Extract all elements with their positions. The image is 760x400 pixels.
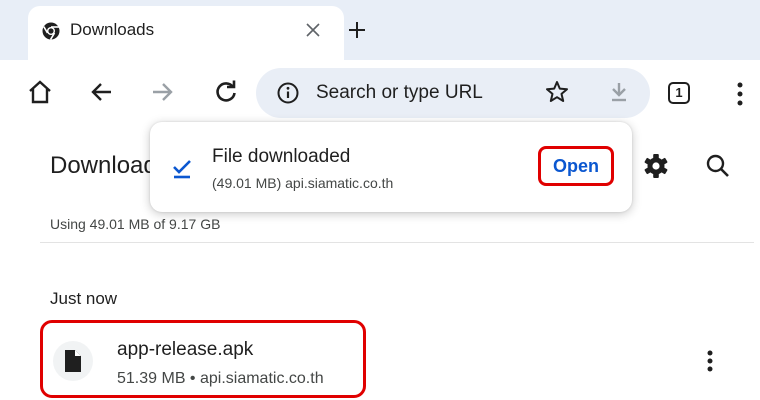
popup-title: File downloaded (212, 146, 351, 167)
new-tab-button[interactable] (344, 18, 370, 44)
tab-title: Downloads (70, 20, 155, 39)
item-filename: app-release.apk (117, 339, 254, 360)
omnibox-placeholder: Search or type URL (316, 82, 483, 103)
check-icon (170, 156, 194, 180)
tab-downloads[interactable]: Downloads (28, 6, 344, 60)
forward-arrow-icon (153, 83, 173, 101)
reload-button[interactable] (206, 72, 246, 112)
plus-icon (349, 22, 365, 38)
open-button[interactable]: Open (538, 146, 614, 186)
download-icon[interactable] (606, 79, 632, 105)
file-icon (53, 341, 93, 381)
chrome-icon (42, 22, 60, 40)
info-icon[interactable] (276, 81, 300, 105)
download-item[interactable]: app-release.apk 51.39 MB • api.siamatic.… (40, 320, 366, 398)
home-icon (29, 80, 51, 104)
tab-strip: Downloads (0, 0, 760, 60)
more-vert-icon[interactable] (700, 346, 720, 376)
reload-icon (216, 80, 236, 102)
divider (40, 242, 754, 243)
settings-gear-icon[interactable] (642, 152, 670, 180)
omnibox[interactable]: Search or type URL (256, 68, 650, 118)
toolbar: Search or type URL 1 (0, 60, 760, 128)
download-popup: File downloaded (49.01 MB) api.siamatic.… (150, 122, 632, 212)
more-vert-icon[interactable] (730, 80, 750, 108)
close-icon[interactable] (300, 19, 326, 45)
home-button[interactable] (20, 72, 60, 112)
search-icon[interactable] (704, 152, 732, 180)
section-label: Just now (50, 289, 118, 308)
item-meta: 51.39 MB • api.siamatic.co.th (117, 370, 324, 387)
tab-switcher-icon[interactable]: 1 (668, 82, 690, 104)
back-arrow-icon (91, 83, 111, 101)
storage-usage: Using 49.01 MB of 9.17 GB (50, 216, 221, 232)
forward-button[interactable] (142, 72, 182, 112)
back-button[interactable] (82, 72, 122, 112)
popup-subtitle: (49.01 MB) api.siamatic.co.th (212, 175, 394, 191)
star-icon[interactable] (544, 79, 570, 105)
